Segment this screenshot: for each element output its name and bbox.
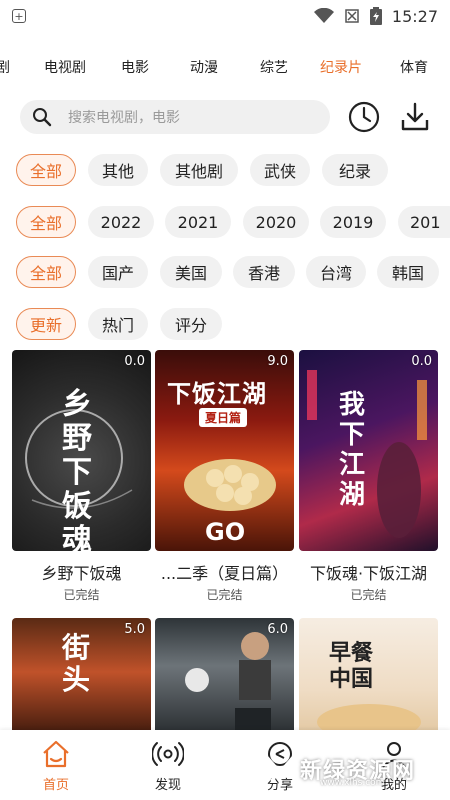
tab-tv-series[interactable]: 电视剧 [44,57,86,77]
poster-title-text: 乡野下饭魂 [62,387,92,552]
poster-image: 街头 5.0 [12,618,151,738]
chip-type-documentary[interactable]: 纪录 [322,154,388,186]
poster-image: 乡野下饭魂 0.0 [12,350,151,551]
nav-home[interactable]: 首页 [16,738,96,793]
download-button[interactable] [398,100,432,134]
search-placeholder: 搜索电视剧，电影 [68,110,180,126]
watermark-logo-icon [264,754,296,786]
chip-region-hongkong[interactable]: 香港 [233,256,295,288]
poster-go-text: GO [205,518,246,546]
chip-region-all[interactable]: 全部 [16,256,76,288]
filter-row-region: 全部 国产 美国 香港 台湾 韩国 [0,256,450,290]
notification-icon: + [12,9,26,23]
poster-image: 下饭江湖 夏日篇 GO 9.0 [155,350,294,551]
card-status: 已完结 [63,588,100,602]
nav-discover[interactable]: 发现 [128,738,208,793]
chip-region-taiwan[interactable]: 台湾 [306,256,366,288]
battery-icon [369,7,382,25]
chip-year-all[interactable]: 全部 [16,206,76,238]
category-tabs: 剧 电视剧 电影 动漫 综艺 纪录片 体育 [0,48,450,82]
card-title: 乡野下饭魂 [41,564,122,583]
tab-category-partial[interactable]: 剧 [0,57,10,77]
tab-sports[interactable]: 体育 [400,57,428,77]
chip-sort-latest[interactable]: 更新 [16,308,76,340]
tab-variety[interactable]: 综艺 [260,57,288,77]
chip-year-2022[interactable]: 2022 [88,206,154,238]
clock: 15:27 [391,6,438,26]
chip-year-partial[interactable]: 201 [398,206,450,238]
card-status: 已完结 [206,588,243,602]
tab-documentary[interactable]: 纪录片 [320,57,362,77]
video-card[interactable]: 乡野下饭魂 0.0 乡野下饭魂 已完结 [12,350,151,603]
nav-discover-label: 发现 [154,778,181,793]
score-badge: 9.0 [267,354,288,369]
poster-title-text: 早餐中国 [329,640,374,692]
search-icon [33,108,52,127]
chip-type-all[interactable]: 全部 [16,154,76,186]
poster-image: 我下江湖 0.0 [299,350,438,551]
poster-title-text: 我下江湖 [339,390,366,510]
chip-region-china[interactable]: 国产 [88,256,148,288]
chip-type-wuxia[interactable]: 武侠 [250,154,310,186]
chip-type-other[interactable]: 其他 [88,154,148,186]
chip-type-other-drama[interactable]: 其他剧 [160,154,238,186]
poster-image: 早餐中国 [299,618,438,738]
poster-subtitle: 夏日篇 [199,408,248,427]
video-card[interactable]: 街头 5.0 [12,618,151,738]
watermark-url: www.xlhs.com [320,778,385,788]
poster-title-text: 街头 [62,631,91,696]
poster-title-text: 下饭江湖 [167,379,267,408]
chip-year-2019[interactable]: 2019 [320,206,386,238]
tab-anime[interactable]: 动漫 [190,57,218,77]
card-status: 已完结 [350,588,387,602]
filter-row-type: 全部 其他 其他剧 武侠 纪录 [0,154,450,188]
chip-region-korea[interactable]: 韩国 [377,256,439,288]
status-bar: + 15:27 [0,0,450,32]
wifi-icon [313,8,334,23]
watermark: 新绿资源网 www.xlhs.com [262,748,430,790]
video-card[interactable]: 下饭江湖 夏日篇 GO 9.0 ...二季（夏日篇） 已完结 [155,350,294,603]
chip-sort-popular[interactable]: 热门 [88,308,148,340]
history-button[interactable] [347,100,381,134]
tab-movies[interactable]: 电影 [121,57,149,77]
nav-home-label: 首页 [42,778,69,793]
video-card[interactable]: 早餐中国 [299,618,438,738]
chip-sort-rating[interactable]: 评分 [160,308,222,340]
filter-row-sort: 更新 热门 评分 [0,308,450,342]
score-badge: 6.0 [267,622,288,637]
video-card[interactable]: 我下江湖 0.0 下饭魂·下饭江湖 已完结 [299,350,438,603]
video-card[interactable]: 6.0 [155,618,294,738]
home-icon [43,740,69,768]
chip-year-2020[interactable]: 2020 [243,206,309,238]
card-title: 下饭魂·下饭江湖 [309,564,428,583]
no-sim-icon [345,9,359,23]
broadcast-icon [152,742,184,766]
search-row: 搜索电视剧，电影 [0,98,450,138]
poster-image: 6.0 [155,618,294,738]
chip-region-usa[interactable]: 美国 [160,256,222,288]
search-input[interactable]: 搜索电视剧，电影 [20,100,330,134]
card-title: ...二季（夏日篇） [160,564,289,583]
score-badge: 0.0 [124,354,145,369]
chip-year-2021[interactable]: 2021 [165,206,231,238]
score-badge: 0.0 [411,354,432,369]
filter-row-year: 全部 2022 2021 2020 2019 201 [0,206,450,240]
score-badge: 5.0 [124,622,145,637]
